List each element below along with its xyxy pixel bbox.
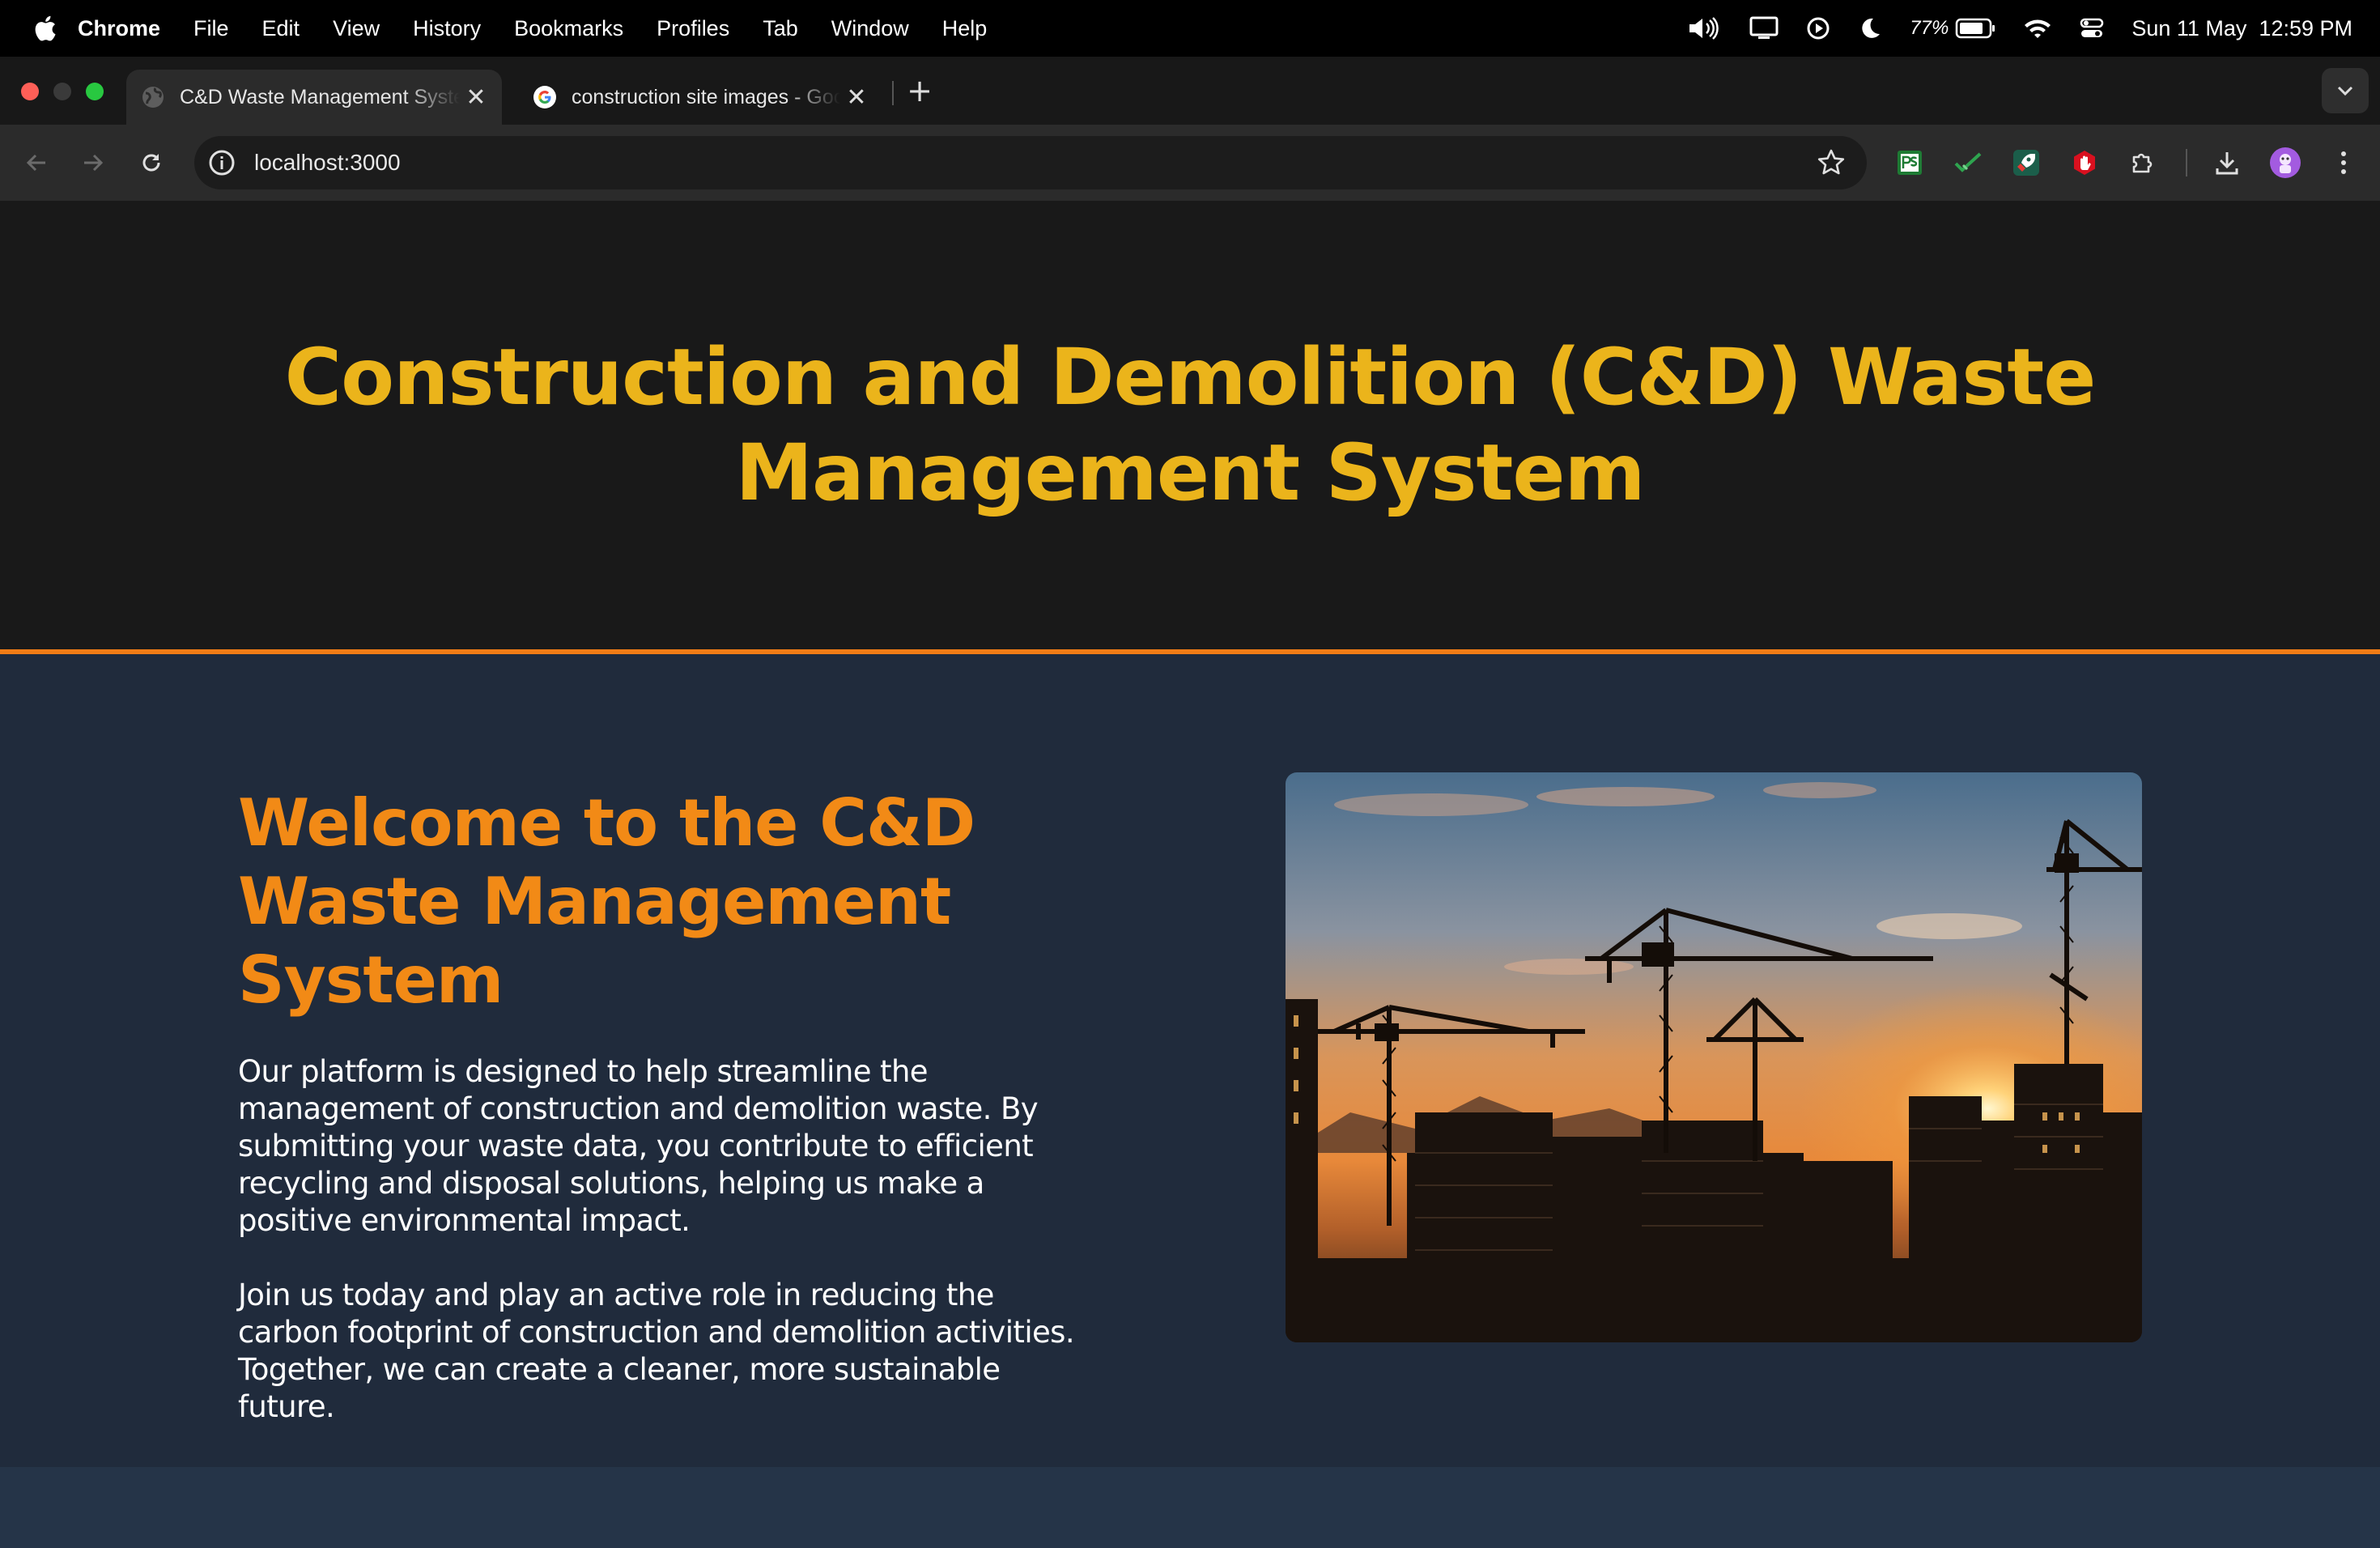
control-center-icon[interactable] xyxy=(2080,16,2104,40)
wifi-icon[interactable] xyxy=(2023,17,2052,40)
construction-site-image xyxy=(1286,772,2142,1342)
menu-edit[interactable]: Edit xyxy=(262,16,300,41)
menu-view[interactable]: View xyxy=(333,16,380,41)
site-info-icon[interactable] xyxy=(207,148,236,177)
tab-title: C&D Waste Management System xyxy=(180,85,460,108)
browser-toolbar: localhost:3000 xyxy=(0,125,2380,202)
globe-favicon-icon xyxy=(142,87,164,108)
extension-check-icon[interactable] xyxy=(1949,144,1987,181)
menubar-datetime[interactable]: Sun 11 May 12:59 PM xyxy=(2131,16,2352,41)
footer-band xyxy=(0,1467,2380,1548)
back-button[interactable] xyxy=(18,144,55,181)
back-arrow-icon xyxy=(26,154,45,172)
download-icon[interactable] xyxy=(2208,144,2246,181)
menu-window[interactable]: Window xyxy=(831,16,909,41)
tab-separator xyxy=(892,81,894,105)
battery-icon xyxy=(1956,18,1995,39)
apple-logo-icon[interactable] xyxy=(32,15,57,42)
tab-search-button[interactable] xyxy=(2322,68,2369,113)
menu-history[interactable]: History xyxy=(413,16,481,41)
extension-ps-icon[interactable] xyxy=(1891,144,1928,181)
forward-button[interactable] xyxy=(74,144,112,181)
reload-icon xyxy=(142,154,160,172)
toolbar-separator xyxy=(2186,149,2187,176)
tab-construction-site-images[interactable]: construction site images - Google Search… xyxy=(518,70,882,125)
moon-icon[interactable] xyxy=(1858,16,1882,40)
extension-hand-icon[interactable] xyxy=(2066,144,2103,181)
menubar-status-area: 77% Sun 11 May 12:59 PM xyxy=(1660,0,2352,57)
menu-file[interactable]: File xyxy=(193,16,229,41)
welcome-text-block: Welcome to the C&D Waste Management Syst… xyxy=(238,784,1096,1463)
construction-cranes-sunset-image xyxy=(1286,772,2142,1342)
reload-button[interactable] xyxy=(133,144,170,181)
tab-title: construction site images - Google Search xyxy=(572,85,840,108)
browser-tab-strip: C&D Waste Management System ✕ constructi… xyxy=(0,57,2380,125)
battery-percent: 77% xyxy=(1910,17,1949,39)
forward-arrow-icon xyxy=(84,154,104,172)
bookmark-star-icon[interactable] xyxy=(1817,148,1846,177)
extension-rocket-icon[interactable] xyxy=(2008,144,2045,181)
battery-status[interactable]: 77% xyxy=(1910,17,1995,40)
close-tab-icon[interactable]: ✕ xyxy=(460,83,492,112)
new-tab-button[interactable]: + xyxy=(903,71,936,110)
welcome-heading: Welcome to the C&D Waste Management Syst… xyxy=(238,785,975,1018)
chevron-down-icon xyxy=(2337,86,2353,96)
intro-paragraph: Our platform is designed to help streaml… xyxy=(238,1054,1039,1238)
volume-icon[interactable] xyxy=(1688,16,1722,40)
zoom-window-button[interactable] xyxy=(86,83,104,100)
cta-paragraph: Join us today and play an active role in… xyxy=(238,1278,1075,1424)
menu-help[interactable]: Help xyxy=(942,16,988,41)
google-favicon-icon xyxy=(533,86,556,108)
extensions-puzzle-icon[interactable] xyxy=(2124,144,2161,181)
display-icon[interactable] xyxy=(1749,16,1779,40)
site-header: Construction and Demolition (C&D) Waste … xyxy=(0,201,2380,654)
menu-bookmarks[interactable]: Bookmarks xyxy=(514,16,623,41)
close-window-button[interactable] xyxy=(21,83,39,100)
welcome-section: Welcome to the C&D Waste Management Syst… xyxy=(0,654,2380,1467)
page-title: Construction and Demolition (C&D) Waste … xyxy=(284,332,2097,518)
address-bar[interactable]: localhost:3000 xyxy=(194,136,1867,189)
menu-profiles[interactable]: Profiles xyxy=(657,16,729,41)
kebab-menu-icon[interactable] xyxy=(2325,144,2362,181)
close-tab-icon[interactable]: ✕ xyxy=(840,83,873,112)
play-circle-icon[interactable] xyxy=(1806,16,1830,40)
profile-avatar-icon[interactable] xyxy=(2267,144,2304,181)
menu-app-chrome[interactable]: Chrome xyxy=(78,16,160,41)
minimize-window-button[interactable] xyxy=(53,83,71,100)
menu-tab[interactable]: Tab xyxy=(763,16,798,41)
url-text[interactable]: localhost:3000 xyxy=(254,150,401,176)
tab-cd-waste-management[interactable]: C&D Waste Management System ✕ xyxy=(126,70,502,125)
macos-menu-bar: Chrome File Edit View History Bookmarks … xyxy=(0,0,2380,57)
